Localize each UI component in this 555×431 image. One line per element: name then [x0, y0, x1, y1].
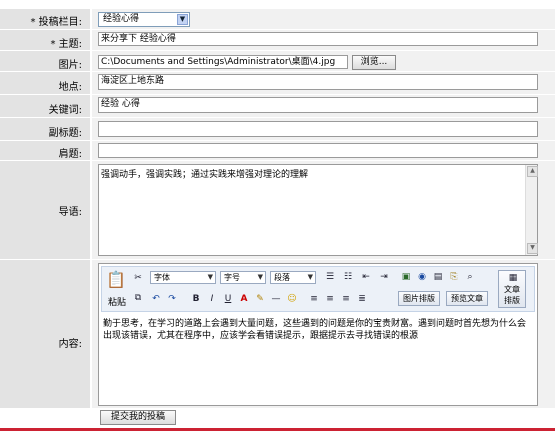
image-path-input[interactable]: C:\Documents and Settings\Administrator\…: [98, 55, 348, 69]
redo-icon[interactable]: ↷: [166, 293, 178, 305]
row-subtitle: 副标题:: [0, 118, 555, 141]
row-eyebrow: 肩题:: [0, 141, 555, 161]
bullet-list-icon[interactable]: ☷: [342, 271, 354, 283]
chevron-down-icon: ▼: [207, 273, 213, 281]
row-keywords: 关键词: 经验 心得: [0, 95, 555, 118]
row-content: 内容: 📋 粘贴 ✂ ⧉ 字体 ▼ 字号 ▼ 段落 ▼ ☰ ☷ ⇤ ⇥ ▣ ◉ …: [0, 260, 555, 409]
browse-button[interactable]: 浏览...: [352, 55, 396, 70]
indent-icon[interactable]: ⇥: [378, 271, 390, 283]
lead-scrollbar[interactable]: ▲ ▼: [525, 165, 538, 255]
lead-label: 导语:: [58, 207, 82, 218]
align-justify-icon[interactable]: ≣: [356, 293, 368, 305]
article-icon: ▦: [508, 273, 518, 283]
size-dropdown[interactable]: 字号 ▼: [220, 271, 266, 284]
paste-label[interactable]: 粘贴: [106, 295, 128, 308]
image-label: 图片:: [58, 60, 82, 71]
row-location: 地点: 海淀区上地东路: [0, 72, 555, 95]
insert-file-icon[interactable]: ⎘: [448, 271, 460, 283]
paste-icon[interactable]: 📋: [106, 270, 126, 290]
subject-label: * 主题:: [50, 39, 82, 50]
align-right-icon[interactable]: ≡: [340, 293, 352, 305]
insert-media-icon[interactable]: ◉: [416, 271, 428, 283]
align-center-icon[interactable]: ≡: [324, 293, 336, 305]
align-left-icon[interactable]: ≡: [308, 293, 320, 305]
column-label: * 投稿栏目:: [30, 17, 82, 28]
lead-textarea[interactable]: 强调动手，强调实践；通过实践来增强对理论的理解 ▲ ▼: [98, 164, 538, 256]
editor-toolbar: 📋 粘贴 ✂ ⧉ 字体 ▼ 字号 ▼ 段落 ▼ ☰ ☷ ⇤ ⇥ ▣ ◉ ▤ ⎘ …: [101, 266, 535, 312]
row-column: * 投稿栏目: 经验心得 ▼: [0, 9, 555, 30]
horizontal-rule-icon[interactable]: —: [270, 293, 282, 305]
font-color-icon[interactable]: A: [238, 293, 250, 305]
font-dropdown[interactable]: 字体 ▼: [150, 271, 216, 284]
scroll-down-icon[interactable]: ▼: [527, 243, 538, 254]
insert-table-icon[interactable]: ▤: [432, 271, 444, 283]
undo-icon[interactable]: ↶: [150, 293, 162, 305]
chevron-down-icon[interactable]: ▼: [177, 14, 188, 25]
emoticon-icon[interactable]: ☺: [286, 293, 298, 305]
subtitle-label: 副标题:: [48, 128, 82, 139]
row-lead: 导语: 强调动手，强调实践；通过实践来增强对理论的理解 ▲ ▼: [0, 161, 555, 260]
subject-input[interactable]: 来分享下 经验心得: [98, 32, 538, 46]
image-layout-button[interactable]: 图片排版: [398, 291, 440, 306]
content-label: 内容:: [58, 339, 82, 350]
find-icon[interactable]: ⌕: [464, 271, 476, 283]
bold-icon[interactable]: B: [190, 293, 202, 305]
row-subject: * 主题: 来分享下 经验心得: [0, 30, 555, 51]
chevron-down-icon: ▼: [257, 273, 263, 281]
column-select[interactable]: 经验心得 ▼: [98, 12, 190, 27]
copy-icon[interactable]: ⧉: [132, 292, 144, 304]
editor-content[interactable]: 勤于思考，在学习的道路上会遇到大量问题，这些遇到的问题是你的宝贵财富。遇到问题时…: [103, 318, 533, 342]
insert-image-icon[interactable]: ▣: [400, 271, 412, 283]
preview-article-button[interactable]: 预览文章: [446, 291, 488, 306]
underline-icon[interactable]: U: [222, 293, 234, 305]
submit-button[interactable]: 提交我的投稿: [100, 410, 176, 425]
subtitle-input[interactable]: [98, 121, 538, 137]
ordered-list-icon[interactable]: ☰: [324, 271, 336, 283]
location-label: 地点:: [58, 82, 82, 93]
keywords-label: 关键词:: [48, 105, 82, 116]
scroll-up-icon[interactable]: ▲: [527, 166, 538, 177]
italic-icon[interactable]: I: [206, 293, 218, 305]
outdent-icon[interactable]: ⇤: [360, 271, 372, 283]
paragraph-dropdown[interactable]: 段落 ▼: [270, 271, 316, 284]
rich-text-editor: 📋 粘贴 ✂ ⧉ 字体 ▼ 字号 ▼ 段落 ▼ ☰ ☷ ⇤ ⇥ ▣ ◉ ▤ ⎘ …: [98, 263, 538, 406]
location-input[interactable]: 海淀区上地东路: [98, 74, 538, 90]
keywords-input[interactable]: 经验 心得: [98, 97, 538, 113]
eyebrow-label: 肩题:: [58, 149, 82, 160]
chevron-down-icon: ▼: [307, 273, 313, 281]
eyebrow-input[interactable]: [98, 143, 538, 158]
row-image: 图片: C:\Documents and Settings\Administra…: [0, 51, 555, 72]
article-layout-button[interactable]: ▦ 文章 排版: [498, 270, 526, 308]
cut-icon[interactable]: ✂: [132, 272, 144, 284]
highlight-icon[interactable]: ✎: [254, 293, 266, 305]
